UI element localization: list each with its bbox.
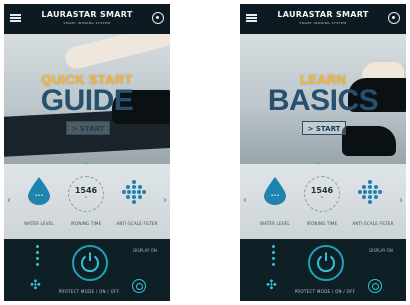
water-drop-icon xyxy=(264,177,286,205)
chevron-right-icon[interactable]: › xyxy=(163,195,167,206)
water-level-value: ••• xyxy=(270,193,280,199)
counter-label: IRONING TIME xyxy=(306,221,338,226)
power-label: PROTECT MODE / ON / OFF xyxy=(294,289,356,294)
target-icon[interactable] xyxy=(368,279,382,293)
carousel-dots[interactable] xyxy=(240,152,406,164)
top-bar: LAURASTAR SMART SMART IRONING SYSTEM xyxy=(4,4,170,34)
counter-unit: h xyxy=(85,195,87,199)
settings-icon[interactable] xyxy=(388,12,400,24)
chevron-left-icon[interactable]: ‹ xyxy=(7,195,11,206)
display-label: DISPLAY ON xyxy=(133,248,157,253)
brand-title: LAURASTAR SMART xyxy=(41,10,133,19)
hero-banner: LEARN BASICS > START xyxy=(240,34,406,164)
filter-icon xyxy=(122,180,146,204)
phone-screen-learn-basics: LAURASTAR SMART SMART IRONING SYSTEM LEA… xyxy=(240,4,406,301)
pump-level-indicator xyxy=(272,245,275,269)
power-icon xyxy=(317,252,335,273)
start-button[interactable]: > START xyxy=(66,121,110,135)
app-brand: LAURASTAR SMART SMART IRONING SYSTEM xyxy=(240,10,406,25)
hero-title: GUIDE xyxy=(40,84,134,117)
brand-subtitle: SMART IRONING SYSTEM xyxy=(63,21,111,25)
counter-label: IRONING TIME xyxy=(70,221,102,226)
settings-icon[interactable] xyxy=(152,12,164,24)
hero-title: BASICS xyxy=(267,84,379,117)
control-panel: ✣ PROTECT MODE / ON / OFF DISPLAY ON xyxy=(4,239,170,301)
brand-title: LAURASTAR SMART xyxy=(277,10,369,19)
display-label: DISPLAY ON xyxy=(369,248,393,253)
top-bar: LAURASTAR SMART SMART IRONING SYSTEM xyxy=(240,4,406,34)
hero-banner: QUICK START GUIDE > START xyxy=(4,34,170,164)
chevron-left-icon[interactable]: ‹ xyxy=(243,195,247,206)
filter-icon xyxy=(358,180,382,204)
water-level-value: ••• xyxy=(34,193,44,199)
fan-icon[interactable]: ✣ xyxy=(30,279,44,293)
counter-value: 1546 xyxy=(310,186,334,195)
counter-unit: h xyxy=(321,195,323,199)
brand-subtitle: SMART IRONING SYSTEM xyxy=(299,21,347,25)
chevron-right-icon[interactable]: › xyxy=(399,195,403,206)
filter-label: ANTI-SCALE FILTER xyxy=(116,221,158,226)
counter-value: 1546 xyxy=(74,186,98,195)
carousel-dots[interactable] xyxy=(4,152,170,164)
power-icon xyxy=(81,252,99,273)
app-brand: LAURASTAR SMART SMART IRONING SYSTEM xyxy=(4,10,170,25)
water-level-label: WATER LEVEL xyxy=(260,221,290,226)
control-panel: ✣ PROTECT MODE / ON / OFF DISPLAY ON xyxy=(240,239,406,301)
status-panel: ‹ ••• 1546 h › WATER LEVEL IRONING TIME … xyxy=(4,164,170,239)
water-drop-icon xyxy=(28,177,50,205)
filter-label: ANTI-SCALE FILTER xyxy=(352,221,394,226)
target-icon[interactable] xyxy=(132,279,146,293)
phone-screen-quick-start: LAURASTAR SMART SMART IRONING SYSTEM QUI… xyxy=(4,4,170,301)
power-label: PROTECT MODE / ON / OFF xyxy=(58,289,120,294)
fan-icon[interactable]: ✣ xyxy=(266,279,280,293)
pump-level-indicator xyxy=(36,245,39,269)
status-panel: ‹ ••• 1546 h › WATER LEVEL IRONING TIME … xyxy=(240,164,406,239)
start-button[interactable]: > START xyxy=(302,121,346,135)
water-level-label: WATER LEVEL xyxy=(24,221,54,226)
